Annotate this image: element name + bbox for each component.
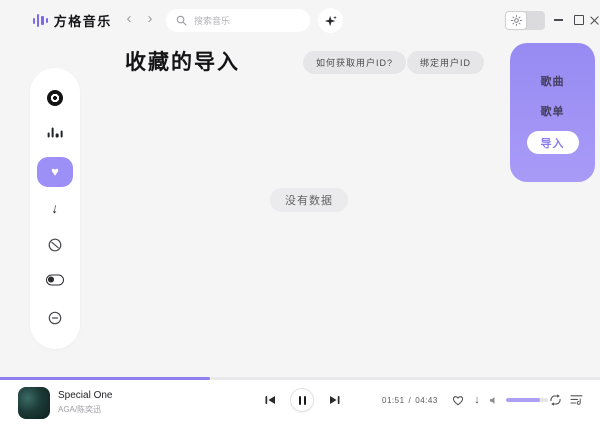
- minimize-icon: [554, 19, 563, 20]
- track-title: Special One: [58, 390, 112, 401]
- minimize-button[interactable]: [550, 11, 567, 29]
- skip-previous-icon: [265, 395, 276, 405]
- current-time: 01:51: [382, 396, 405, 405]
- speaker-icon: [489, 396, 499, 405]
- search-box[interactable]: [166, 9, 310, 32]
- app-title: 方格音乐: [54, 11, 112, 30]
- app-window: 方格音乐 ‹ ›: [0, 0, 600, 424]
- volume-slider[interactable]: [506, 398, 548, 402]
- sidebar-item-favorites[interactable]: ♥: [37, 157, 73, 187]
- playlist-icon: [570, 394, 583, 406]
- empty-state-badge: 没有数据: [270, 188, 348, 212]
- volume-button[interactable]: [488, 395, 500, 405]
- sidebar-item-blocked[interactable]: [48, 238, 63, 253]
- time-separator: /: [409, 396, 412, 405]
- app-logo: 方格音乐: [33, 11, 112, 30]
- album-art[interactable]: [18, 387, 50, 419]
- maximize-icon: [574, 15, 584, 25]
- sidebar-item-status[interactable]: [48, 311, 63, 326]
- theme-toggle[interactable]: [505, 11, 545, 30]
- pause-icon: [299, 396, 301, 405]
- download-arrow-icon: ↓: [51, 201, 60, 216]
- sparkle-icon: [324, 14, 338, 28]
- skip-next-icon: [329, 395, 340, 405]
- time-display: 01:51 / 04:43: [382, 396, 438, 405]
- maximize-button[interactable]: [570, 11, 587, 29]
- total-time: 04:43: [415, 396, 438, 405]
- sun-icon: [511, 15, 522, 26]
- volume-fill: [506, 398, 540, 402]
- bind-user-id-button[interactable]: 绑定用户ID: [407, 51, 484, 74]
- download-track-button[interactable]: ↓: [470, 392, 484, 407]
- progress-fill: [0, 377, 210, 380]
- playlist-queue-button[interactable]: [569, 394, 583, 406]
- close-button[interactable]: [586, 11, 600, 29]
- back-chevron-icon[interactable]: ‹: [120, 9, 138, 29]
- sidebar-item-settings-toggle[interactable]: [46, 275, 64, 286]
- pause-button[interactable]: [290, 388, 314, 412]
- disc-icon: [47, 90, 63, 106]
- import-button[interactable]: 导入: [527, 131, 579, 154]
- page-title: 收藏的导入: [125, 46, 240, 76]
- next-track-button[interactable]: [327, 394, 341, 406]
- player-bar: Special One AGA/陈奕迅 01:51 / 04:43 ↓: [0, 380, 600, 424]
- previous-track-button[interactable]: [263, 394, 277, 406]
- circle-dash-icon: [48, 311, 63, 326]
- tab-playlists[interactable]: 歌单: [510, 103, 595, 119]
- import-panel: 歌曲 歌单 导入: [510, 43, 595, 182]
- sidebar-item-charts[interactable]: [48, 127, 63, 138]
- toggle-icon: [46, 275, 64, 286]
- repeat-mode-button[interactable]: [549, 393, 562, 406]
- repeat-icon: [549, 394, 562, 406]
- close-icon: [590, 15, 600, 25]
- favorites-active-button: ♥: [37, 157, 73, 187]
- circle-slash-icon: [48, 238, 63, 253]
- sidebar-item-downloads[interactable]: ↓: [52, 201, 59, 215]
- theme-toggle-thumb: [506, 12, 526, 29]
- heart-outline-icon: [452, 395, 464, 406]
- audio-bars-icon: [33, 13, 48, 29]
- song-progress-bar[interactable]: [0, 377, 600, 380]
- sidebar: ♥ ↓: [30, 68, 80, 349]
- chart-bars-icon: [48, 127, 63, 138]
- track-artist: AGA/陈奕迅: [58, 404, 101, 415]
- favorite-track-button[interactable]: [451, 394, 465, 406]
- sidebar-item-disc[interactable]: [47, 90, 63, 106]
- sparkle-assistant-button[interactable]: [318, 8, 343, 33]
- forward-chevron-icon[interactable]: ›: [141, 9, 159, 29]
- how-to-get-user-id-button[interactable]: 如何获取用户ID?: [303, 51, 406, 74]
- search-icon: [176, 15, 187, 26]
- search-input[interactable]: [192, 15, 313, 27]
- tab-songs[interactable]: 歌曲: [510, 73, 595, 89]
- heart-icon: ♥: [51, 165, 59, 179]
